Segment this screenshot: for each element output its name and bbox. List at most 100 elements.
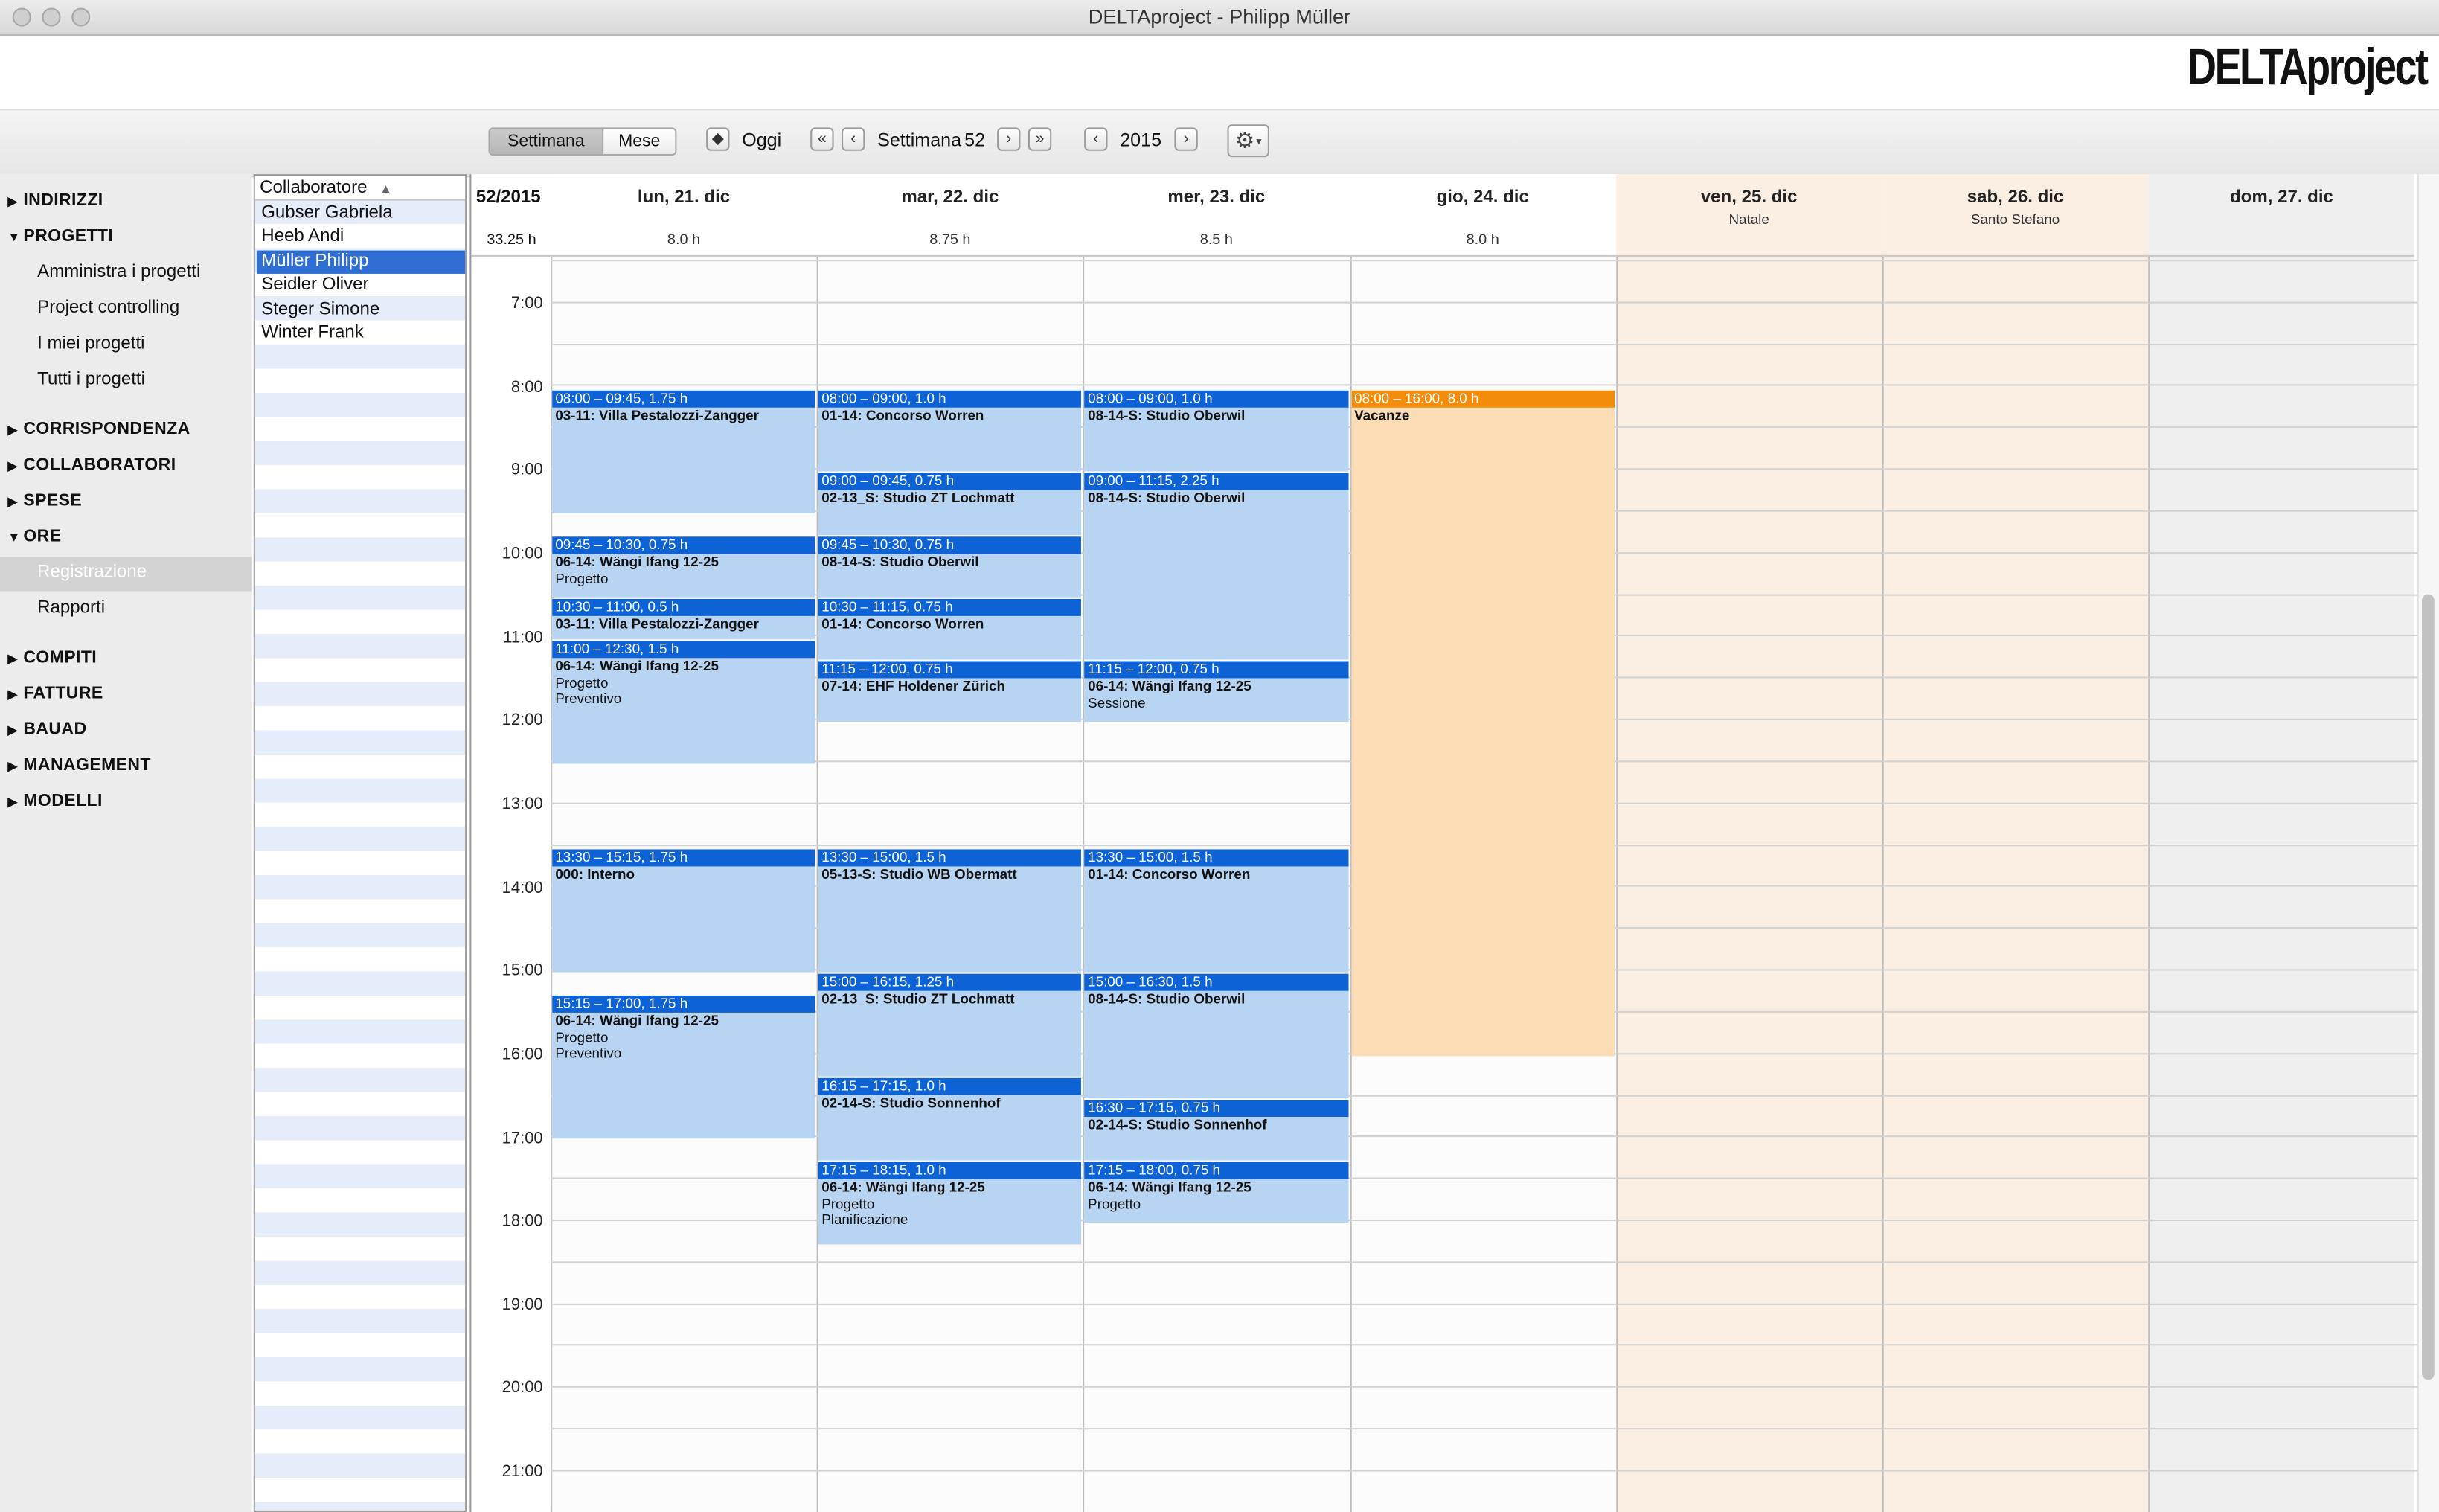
time-label: 12:00 [501,711,543,730]
day-header[interactable]: gio, 24. dic 8.0 h [1349,174,1616,257]
time-entry-header: 11:00 – 12:30, 1.5 h [552,640,815,658]
sidebar-item-i-miei-progetti[interactable]: I miei progetti [37,334,144,353]
time-entry[interactable]: 09:00 – 11:15, 2.25 h 08-14-S: Studio Obe… [1084,473,1348,660]
time-gridline [551,1260,2417,1263]
time-entry-header: 09:45 – 10:30, 0.75 h [818,536,1082,554]
staff-row[interactable]: Steger Simone [257,298,465,321]
time-entry[interactable]: 17:15 – 18:00, 0.75 h 06-14: Wängi Ifang … [1084,1162,1348,1223]
staff-row[interactable]: Gubser Gabriela [257,202,465,225]
next-week-icon[interactable]: › [997,127,1021,151]
previous-week-icon[interactable]: ‹ [842,127,865,151]
day-header[interactable]: mer, 23. dic 8.5 h [1083,174,1350,257]
time-entry[interactable]: 13:30 – 15:15, 1.75 h 000: Interno [552,848,815,973]
time-label: 19:00 [501,1295,543,1315]
day-header[interactable]: ven, 25. dic Natale [1615,174,1882,257]
day-header[interactable]: lun, 21. dic 8.0 h [551,174,817,257]
today-button[interactable]: Oggi [742,129,781,151]
time-entry-header: 09:00 – 11:15, 2.25 h [1084,473,1348,491]
sidebar-section-spese[interactable]: ▶ SPESE [7,492,82,510]
time-gridline [551,343,2417,345]
scrollbar-thumb[interactable] [2422,594,2435,1380]
time-entry[interactable]: 08:00 – 09:00, 1.0 h 01-14: Concorso Worr… [818,389,1082,472]
today-diamond-icon[interactable]: ◆ [706,127,730,151]
disclosure-closed-icon: ▶ [7,651,18,666]
time-entry[interactable]: 17:15 – 18:15, 1.0 h 06-14: Wängi Ifang 1… [818,1162,1082,1244]
day-name: lun, 21. dic [637,188,731,208]
time-entry-project: 08-14-S: Studio Oberwil [821,553,979,569]
time-entry[interactable]: 11:00 – 12:30, 1.5 h 06-14: Wängi Ifang 1… [552,640,815,764]
holiday-name: Natale [1728,211,1769,228]
sidebar-item-tutti-i-progetti[interactable]: Tutti i progetti [37,371,145,389]
time-entry[interactable]: 15:00 – 16:15, 1.25 h 02-13_S: Studio ZT … [818,974,1082,1077]
day-header[interactable]: dom, 27. dic [2148,174,2415,257]
time-entry[interactable]: 16:30 – 17:15, 0.75 h 02-14-S: Studio Son… [1084,1099,1348,1161]
time-entry[interactable]: 13:30 – 15:00, 1.5 h 05-13-S: Studio WB O… [818,848,1082,973]
staff-row[interactable]: Müller Philipp [256,250,466,274]
day-name: mar, 22. dic [901,188,999,208]
week-number: 52 [964,129,986,151]
day-column[interactable] [2148,256,2415,1512]
week-calendar[interactable]: 52/2015 33.25 h lun, 21. dic 8.0 h mar, 22… [469,174,2439,1512]
time-entry[interactable]: 08:00 – 09:00, 1.0 h 08-14-S: Studio Ober… [1084,389,1348,472]
previous-year-icon[interactable]: ‹ [1084,127,1108,151]
time-entry-header: 16:30 – 17:15, 0.75 h [1084,1099,1348,1117]
staff-row[interactable]: Heeb Andi [257,226,465,249]
sidebar-section-bauad[interactable]: ▶ BAUAD [7,720,86,739]
sidebar-section-compiti[interactable]: ▶ COMPITI [7,649,97,667]
time-entry-header: 08:00 – 16:00, 8.0 h [1350,389,1615,407]
time-entry[interactable]: 10:30 – 11:15, 0.75 h 01-14: Concorso Wor… [818,598,1082,660]
view-week-button[interactable]: Settimana [488,127,604,156]
disclosure-closed-icon: ▶ [7,759,18,773]
last-week-icon[interactable]: » [1028,127,1052,151]
time-entry[interactable]: 13:30 – 15:00, 1.5 h 01-14: Concorso Worr… [1084,848,1348,973]
sidebar-item-rapporti[interactable]: Rapporti [37,599,105,618]
sidebar-section-fatture[interactable]: ▶ FATTURE [7,685,103,703]
staff-list[interactable]: Collaboratore ▲ Gubser Gabriela Heeb Andi M… [253,174,467,1512]
time-entry[interactable]: 11:15 – 12:00, 0.75 h 07-14: EHF Holdener… [818,661,1082,723]
time-entry-header: 09:00 – 09:45, 0.75 h [818,473,1082,491]
sidebar-section-ore[interactable]: ▼ ORE [7,528,61,546]
holiday-name: Santo Stefano [1970,211,2060,228]
time-entry-header: 08:00 – 09:00, 1.0 h [818,389,1082,407]
time-entry[interactable]: 09:45 – 10:30, 0.75 h 06-14: Wängi Ifang … [552,536,815,598]
day-column[interactable] [1615,256,1882,1512]
time-entry[interactable]: 09:00 – 09:45, 0.75 h 02-13_S: Studio ZT … [818,473,1082,535]
time-entry[interactable]: 11:15 – 12:00, 0.75 h 06-14: Wängi Ifang … [1084,661,1348,723]
time-entry[interactable]: 10:30 – 11:00, 0.5 h 03-11: Villa Pestalo… [552,598,815,639]
day-column[interactable] [1882,256,2149,1512]
first-week-icon[interactable]: « [810,127,834,151]
staff-row[interactable]: Winter Frank [257,322,465,345]
sidebar-section-indirizzi[interactable]: ▶ INDIRIZZI [7,191,103,210]
time-entry[interactable]: 15:15 – 17:00, 1.75 h 06-14: Wängi Ifang … [552,995,815,1140]
next-year-icon[interactable]: › [1174,127,1198,151]
disclosure-open-icon: ▼ [7,530,21,545]
time-entry[interactable]: 09:45 – 10:30, 0.75 h 08-14-S: Studio Obe… [818,536,1082,598]
view-month-button[interactable]: Mese [602,127,677,156]
sidebar-item-amministra-i-progetti[interactable]: Amministra i progetti [37,263,200,281]
sidebar-section-modelli[interactable]: ▶ MODELLI [7,792,102,810]
time-entry-header: 15:00 – 16:15, 1.25 h [818,974,1082,992]
sidebar-section-collaboratori[interactable]: ▶ COLLABORATORI [7,456,176,475]
time-entry[interactable]: 08:00 – 09:45, 1.75 h 03-11: Villa Pestal… [552,389,815,514]
time-entry-detail: Progetto [555,570,609,586]
sidebar-section-management[interactable]: ▶ MANAGEMENT [7,756,150,775]
time-label: 10:00 [501,544,543,563]
time-entry-project: 06-14: Wängi Ifang 12-25 [555,1012,719,1028]
time-entry[interactable]: 15:00 – 16:30, 1.5 h 08-14-S: Studio Ober… [1084,974,1348,1098]
time-entry[interactable]: 16:15 – 17:15, 1.0 h 02-14-S: Studio Sonn… [818,1078,1082,1161]
day-header[interactable]: sab, 26. dic Santo Stefano [1882,174,2149,257]
staff-row[interactable]: Seidler Oliver [257,274,465,297]
day-name: mer, 23. dic [1167,188,1266,208]
vacation-entry[interactable]: 08:00 – 16:00, 8.0 h Vacanze [1350,389,1615,1057]
settings-gear-icon[interactable]: ⚙ ▾ [1227,124,1269,158]
sidebar-section-progetti[interactable]: ▼ PROGETTI [7,227,113,246]
sidebar-item-project-controlling[interactable]: Project controlling [37,298,179,317]
sidebar-item-registrazione[interactable]: Registrazione [37,563,147,582]
week-number-label: 52/2015 [475,188,541,208]
time-entry-project: 02-13_S: Studio ZT Lochmatt [821,490,1015,507]
time-entry-project: 08-14-S: Studio Oberwil [1088,406,1246,423]
time-entry-project: 01-14: Concorso Worren [821,406,984,423]
staff-list-header[interactable]: Collaboratore ▲ [254,176,466,201]
sidebar-section-corrispondenza[interactable]: ▶ CORRISPONDENZA [7,420,190,438]
day-header[interactable]: mar, 22. dic 8.75 h [816,174,1083,257]
